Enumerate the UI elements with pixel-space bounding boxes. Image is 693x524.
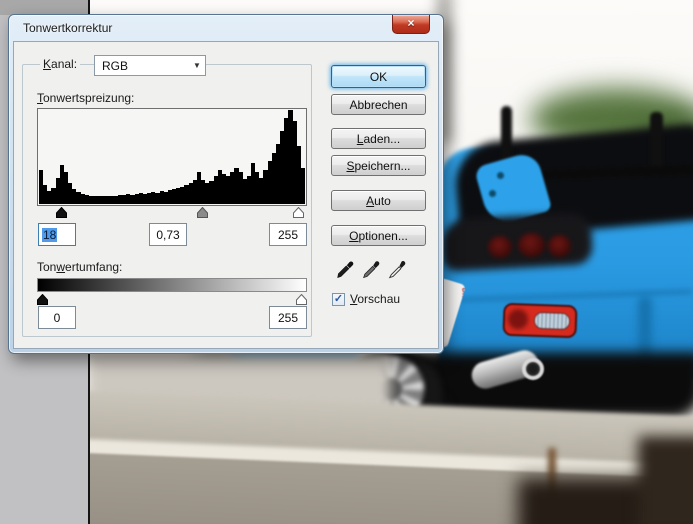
spoiler-hole [489,190,496,197]
preview-row: ✓ Vorschau [332,292,400,306]
shadow-gap [638,436,693,524]
shadow-output-field[interactable]: 0 [38,306,76,329]
gamma-input-field[interactable]: 0,73 [149,223,187,246]
output-levels-label: Tonwertumfang: [37,260,122,274]
dialog-titlebar[interactable]: Tonwertkorrektur [9,15,443,41]
ok-button[interactable]: OK [331,65,426,88]
highlight-output-slider[interactable] [296,294,307,305]
channel-select[interactable]: RGB ▼ [94,55,206,76]
white-point-eyedropper-icon[interactable] [388,256,406,280]
highlight-input-field[interactable]: 255 [269,223,307,246]
speichern-button[interactable]: Speichern... [331,155,426,176]
dialog-body: Kanal: RGB ▼ Tonwertspreizung: 18 0,73 2… [13,41,439,349]
channel-label: Kanal: [40,57,80,71]
highlight-input-slider[interactable] [293,207,304,218]
gray-point-eyedropper-icon[interactable] [362,256,380,280]
input-levels-label: Tonwertspreizung: [37,91,137,105]
bumper-red-light [502,303,577,339]
spoiler-hole [497,172,504,179]
workspace-corner [0,0,89,15]
dialog-title: Tonwertkorrektur [23,21,112,35]
preview-checkbox[interactable]: ✓ [332,293,345,306]
close-button[interactable]: × [392,15,430,34]
tail-light [548,235,571,257]
shadow-input-field[interactable]: 18 [38,223,76,246]
histogram-bars [39,110,305,204]
shadow-input-slider[interactable] [56,207,67,218]
close-icon: × [407,16,414,30]
red-light-reflector [534,312,571,330]
laden-button[interactable]: Laden... [331,128,426,149]
optionen-button[interactable]: Optionen... [331,225,426,246]
levels-dialog: Tonwertkorrektur × Kanal: RGB ▼ Tonwerts… [8,14,444,354]
histogram[interactable] [37,108,307,206]
preview-label: Vorschau [350,292,400,306]
tail-light [518,233,545,257]
eyedropper-toolbar [336,256,416,282]
channel-value: RGB [95,59,189,73]
screenshot-root: I ♥ Drifting Tonwertkorrektur × [0,0,693,524]
output-gradient-bar [37,278,307,292]
chevron-down-icon: ▼ [189,61,205,70]
input-slider-track [37,206,307,218]
red-light-lamp [508,309,529,330]
shadow-output-slider[interactable] [37,294,48,305]
histogram-bar [301,168,305,204]
black-point-eyedropper-icon[interactable] [336,256,354,280]
auto-button[interactable]: Auto [331,190,426,211]
output-slider-track [37,293,307,305]
tail-light [488,236,512,258]
gamma-input-slider[interactable] [197,207,208,218]
highlight-output-field[interactable]: 255 [269,306,307,329]
exhaust-tip [522,358,544,380]
body-post [650,112,663,174]
check-icon: ✓ [334,293,343,305]
abbrechen-button[interactable]: Abbrechen [331,94,426,115]
